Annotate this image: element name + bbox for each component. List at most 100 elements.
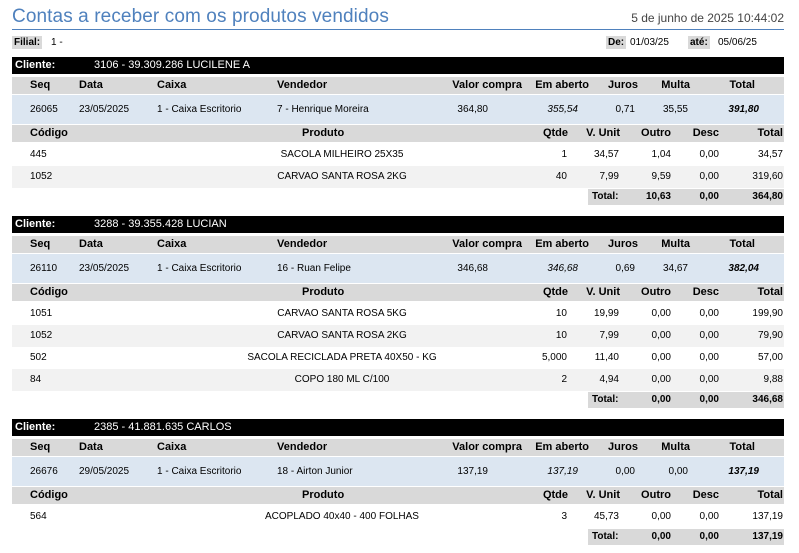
items-total-row: Total: 0,00 0,00 137,19 bbox=[588, 529, 784, 545]
col-desc: Desc bbox=[692, 127, 719, 139]
item-total: 199,90 bbox=[752, 308, 783, 319]
item-qtde: 10 bbox=[555, 308, 567, 319]
item-desc: 0,00 bbox=[699, 308, 719, 319]
sale-multa: 0,00 bbox=[668, 466, 688, 477]
item-qtde: 10 bbox=[555, 330, 567, 341]
de-value: 01/03/25 bbox=[630, 37, 669, 48]
col-valor-compra: Valor compra bbox=[452, 79, 522, 91]
item-desc: 0,00 bbox=[699, 171, 719, 182]
col-multa: Multa bbox=[661, 79, 690, 91]
item-row: 1051 CARVAO SANTA ROSA 5KG 10 19,99 0,00 0,00… bbox=[12, 303, 784, 325]
ate-value: 05/06/25 bbox=[718, 37, 757, 48]
item-codigo: 502 bbox=[30, 352, 47, 363]
item-row: 84 COPO 180 ML C/100 2 4,94 0,00 0,00 9,88 bbox=[12, 369, 784, 391]
sale-header-row: Seq Data Caixa Vendedor Valor compra Em abert… bbox=[12, 77, 784, 94]
sale-total: 137,19 bbox=[728, 466, 759, 477]
sale-em-aberto: 346,68 bbox=[547, 263, 578, 274]
col-desc: Desc bbox=[692, 489, 719, 501]
col-caixa: Caixa bbox=[157, 441, 187, 453]
item-produto: ACOPLADO 40x40 - 400 FOLHAS bbox=[265, 511, 419, 522]
item-outro: 0,00 bbox=[651, 352, 671, 363]
sale-row: 26065 23/05/2025 1 - Caixa Escritorio 7 - H… bbox=[12, 95, 784, 124]
sale-caixa: 1 - Caixa Escritorio bbox=[157, 104, 242, 115]
filial-label: Filial: bbox=[12, 36, 43, 49]
col-juros: Juros bbox=[608, 441, 638, 453]
item-produto: CARVAO SANTA ROSA 2KG bbox=[277, 330, 407, 341]
item-outro: 0,00 bbox=[651, 330, 671, 341]
sale-data: 23/05/2025 bbox=[79, 104, 130, 115]
item-row: 1052 CARVAO SANTA ROSA 2KG 10 7,99 0,00 0,00 7… bbox=[12, 325, 784, 347]
col-v-unit: V. Unit bbox=[586, 489, 620, 501]
total-outro: 10,63 bbox=[645, 191, 671, 202]
col-outro: Outro bbox=[641, 489, 671, 501]
total-outro: 0,00 bbox=[651, 394, 671, 405]
col-valor-compra: Valor compra bbox=[452, 441, 522, 453]
col-outro: Outro bbox=[641, 286, 671, 298]
sale-multa: 35,55 bbox=[662, 104, 688, 115]
sale-total: 391,80 bbox=[728, 104, 759, 115]
sale-header-row: Seq Data Caixa Vendedor Valor compra Em abert… bbox=[12, 236, 784, 253]
col-juros: Juros bbox=[608, 79, 638, 91]
col-qtde: Qtde bbox=[542, 489, 568, 501]
col-codigo: Código bbox=[30, 489, 68, 501]
item-produto: CARVAO SANTA ROSA 2KG bbox=[277, 171, 407, 182]
item-row: 445 SACOLA MILHEIRO 25X35 1 34,57 1,04 0,00 34… bbox=[12, 144, 784, 166]
client-name: 2385 - 41.881.635 CARLOS bbox=[94, 421, 232, 433]
col-seq: Seq bbox=[30, 441, 51, 453]
client-label: Cliente: bbox=[15, 59, 56, 71]
col-produto: Produto bbox=[302, 286, 345, 298]
sale-seq: 26065 bbox=[30, 104, 58, 115]
col-total: Total bbox=[729, 79, 755, 91]
item-desc: 0,00 bbox=[699, 149, 719, 160]
item-desc: 0,00 bbox=[699, 352, 719, 363]
col-total-item: Total bbox=[757, 127, 783, 139]
item-total: 9,88 bbox=[763, 374, 783, 385]
total-total: 137,19 bbox=[752, 531, 783, 542]
filial-value: 1 - bbox=[51, 37, 63, 48]
col-data: Data bbox=[79, 238, 103, 250]
item-qtde: 2 bbox=[561, 374, 567, 385]
item-outro: 0,00 bbox=[651, 308, 671, 319]
sale-multa: 34,67 bbox=[662, 263, 688, 274]
col-produto: Produto bbox=[302, 489, 345, 501]
item-v-unit: 11,40 bbox=[594, 352, 619, 363]
col-total-item: Total bbox=[757, 489, 783, 501]
col-outro: Outro bbox=[641, 127, 671, 139]
sale-em-aberto: 137,19 bbox=[547, 466, 578, 477]
item-row: 564 ACOPLADO 40x40 - 400 FOLHAS 3 45,73 0,00… bbox=[12, 506, 784, 528]
sale-juros: 0,00 bbox=[615, 466, 635, 477]
col-v-unit: V. Unit bbox=[586, 127, 620, 139]
col-qtde: Qtde bbox=[542, 127, 568, 139]
item-qtde: 40 bbox=[555, 171, 567, 182]
total-label: Total: bbox=[592, 191, 619, 202]
col-data: Data bbox=[79, 79, 103, 91]
col-vendedor: Vendedor bbox=[277, 238, 328, 250]
col-total: Total bbox=[729, 441, 755, 453]
item-v-unit: 7,99 bbox=[599, 171, 619, 182]
sale-valor-compra: 137,19 bbox=[457, 466, 488, 477]
item-v-unit: 19,99 bbox=[593, 308, 619, 319]
col-em-aberto: Em aberto bbox=[535, 79, 589, 91]
col-v-unit: V. Unit bbox=[586, 286, 620, 298]
item-desc: 0,00 bbox=[699, 374, 719, 385]
item-outro: 0,00 bbox=[651, 511, 671, 522]
col-juros: Juros bbox=[608, 238, 638, 250]
sale-vendedor: 16 - Ruan Felipe bbox=[277, 263, 351, 274]
total-total: 364,80 bbox=[752, 191, 783, 202]
item-outro: 9,59 bbox=[651, 171, 671, 182]
item-total: 34,57 bbox=[757, 149, 783, 160]
sale-caixa: 1 - Caixa Escritorio bbox=[157, 466, 242, 477]
item-v-unit: 4,94 bbox=[599, 374, 619, 385]
item-codigo: 564 bbox=[30, 511, 47, 522]
col-qtde: Qtde bbox=[542, 286, 568, 298]
item-total: 79,90 bbox=[757, 330, 783, 341]
total-desc: 0,00 bbox=[699, 394, 719, 405]
col-codigo: Código bbox=[30, 127, 68, 139]
client-name: 3106 - 39.309.286 LUCILENE A bbox=[94, 59, 250, 71]
col-total: Total bbox=[729, 238, 755, 250]
client-bar: Cliente: 3106 - 39.309.286 LUCILENE A bbox=[12, 57, 784, 74]
sale-caixa: 1 - Caixa Escritorio bbox=[157, 263, 242, 274]
item-codigo: 1052 bbox=[30, 330, 53, 341]
item-row: 502 SACOLA RECICLADA PRETA 40X50 - KG 5,00… bbox=[12, 347, 784, 369]
items-total-row: Total: 10,63 0,00 364,80 bbox=[588, 189, 784, 205]
